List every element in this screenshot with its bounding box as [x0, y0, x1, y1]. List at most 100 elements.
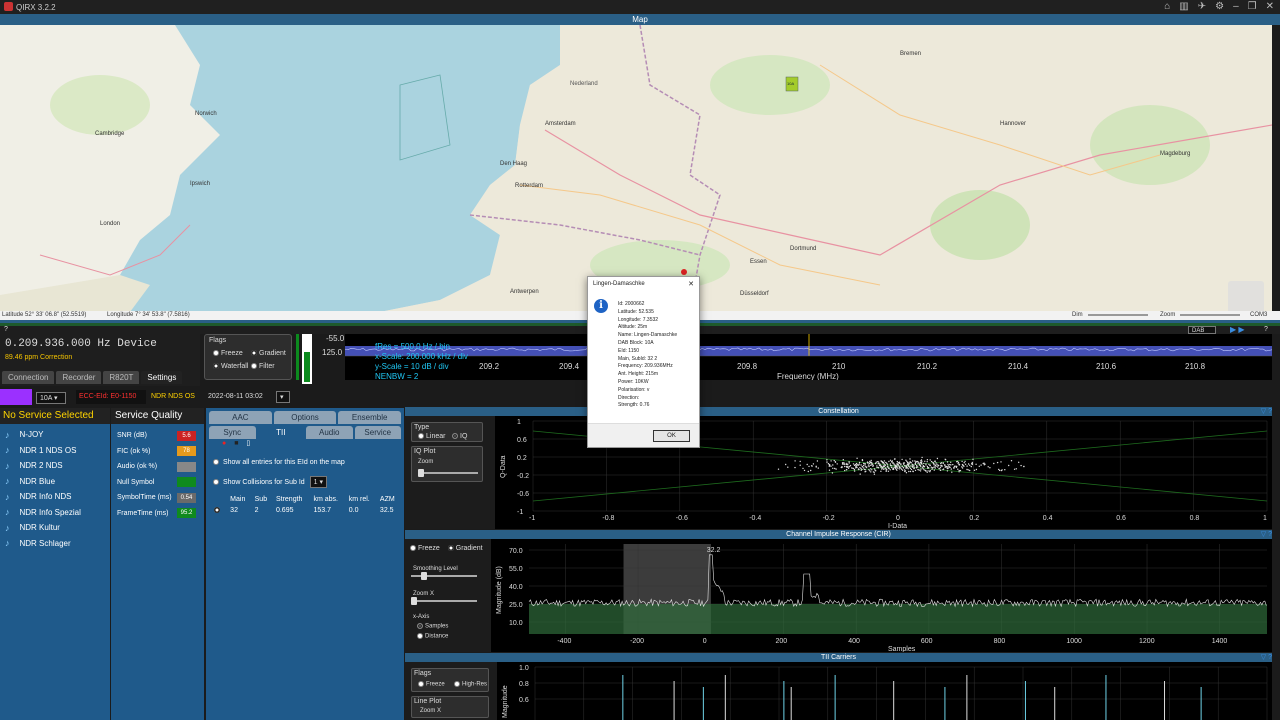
- gradient-checkbox[interactable]: Gradient: [447, 545, 483, 552]
- tab-audio[interactable]: Audio: [306, 426, 353, 439]
- service-item[interactable]: ♪ NDR Schlager: [0, 536, 110, 552]
- tab-tii[interactable]: TII: [257, 426, 304, 439]
- dialog-close-icon[interactable]: ✕: [688, 280, 694, 288]
- tab-settings[interactable]: Settings: [141, 371, 183, 384]
- tii-cell: 0.695: [275, 507, 294, 514]
- map-nav-control[interactable]: [1228, 281, 1264, 312]
- cir-xtick: 0: [703, 638, 707, 645]
- tab-connection[interactable]: Connection: [2, 371, 55, 384]
- tii-carriers-plot[interactable]: 1.0 0.8 0.6 Magnitude: [497, 662, 1272, 720]
- map-icon[interactable]: ▥: [1179, 1, 1188, 12]
- smoothing-slider[interactable]: [411, 572, 477, 580]
- service-item[interactable]: ♪ NDR Info NDS: [0, 489, 110, 505]
- table-row[interactable]: 32 2 0.695 153.7 0.0 32.5: [211, 505, 401, 516]
- home-icon[interactable]: ⌂: [1164, 1, 1170, 12]
- zoom-slider[interactable]: [1180, 314, 1240, 316]
- filter-icon[interactable]: ▽ ?: [1261, 407, 1272, 415]
- quality-value: 0.54: [177, 492, 196, 503]
- tii-column-header[interactable]: AZM: [377, 494, 401, 505]
- service-item[interactable]: ♪ NDR Info Spezial: [0, 505, 110, 521]
- tii-column-header[interactable]: Main: [227, 494, 251, 505]
- cir-xlabel: Samples: [888, 646, 916, 652]
- cir-xtick: -400: [557, 638, 571, 645]
- tab-ensemble[interactable]: Ensemble: [338, 411, 402, 424]
- tab-r820t[interactable]: R820T: [103, 371, 140, 384]
- quality-value: [177, 461, 196, 472]
- tiic-ylabel: Magnitude: [502, 685, 509, 718]
- service-item[interactable]: ♪ NDR Kultur: [0, 520, 110, 536]
- spectrum-info: fRes = 500.0 Hz / bin x-Scale: 200.000 k…: [375, 342, 468, 381]
- constellation-xtick: 0.8: [1190, 515, 1200, 522]
- tiic-highres-radio[interactable]: High-Res: [454, 681, 487, 688]
- filter-icon[interactable]: ▽ ?: [1261, 653, 1272, 661]
- tii-toolbar: ● ■ ▯: [206, 439, 404, 451]
- constellation-xtick: 0.4: [1043, 515, 1053, 522]
- freeze-radio[interactable]: Freeze: [213, 350, 243, 357]
- music-note-icon: ♪: [5, 429, 10, 440]
- waterfall-checkbox[interactable]: Waterfall: [213, 363, 248, 370]
- help-icon-right[interactable]: ?: [1264, 326, 1268, 333]
- cir-plot[interactable]: -400 -200 0 200 400 600 800 1000 1200 1400 70.0 55.…: [491, 539, 1272, 652]
- dim-slider[interactable]: [1088, 314, 1148, 316]
- block-select[interactable]: 10A ▾: [36, 392, 66, 404]
- cir-xtick: 600: [921, 638, 933, 645]
- stop-icon[interactable]: ■: [234, 440, 238, 447]
- help-icon[interactable]: ?: [4, 326, 8, 333]
- satellite-icon[interactable]: ✈: [1198, 1, 1206, 12]
- tii-column-header[interactable]: km rel.: [346, 494, 377, 505]
- freeze-radio[interactable]: Freeze: [410, 545, 440, 552]
- close-icon[interactable]: ✕: [1266, 1, 1274, 12]
- tii-column-header[interactable]: km abs.: [310, 494, 345, 505]
- record-icon[interactable]: ●: [222, 440, 226, 447]
- datetime-dropdown[interactable]: ▾: [276, 391, 290, 403]
- tab-recorder[interactable]: Recorder: [56, 371, 102, 384]
- tab-service[interactable]: Service: [354, 426, 401, 439]
- gear-icon[interactable]: ⚙: [1215, 1, 1224, 12]
- maximize-icon[interactable]: ❐: [1248, 1, 1257, 12]
- collision-select[interactable]: 1 ▾: [309, 476, 327, 488]
- dialog-line: Polarisation: v: [618, 386, 650, 393]
- zoomx-slider[interactable]: [411, 597, 477, 605]
- file-icon[interactable]: ▯: [246, 440, 250, 447]
- samples-radio[interactable]: Samples: [417, 623, 493, 630]
- service-item[interactable]: ♪ N-JOY: [0, 427, 110, 443]
- spectrum-plot[interactable]: 209.2 209.4 209.8 210 210.2 210.4 210.6 …: [344, 334, 1273, 381]
- tii-carriers-title: TII Carriers: [405, 653, 1272, 662]
- tab-sync[interactable]: Sync: [209, 426, 256, 439]
- service-item[interactable]: ♪ NDR Blue: [0, 474, 110, 490]
- mode-select[interactable]: DAB: [1188, 326, 1216, 334]
- map-city: Norwich: [195, 111, 217, 117]
- service-item[interactable]: ♪ NDR 1 NDS OS: [0, 443, 110, 459]
- dialog-footer: OK: [588, 423, 699, 447]
- tab-aac[interactable]: AAC: [209, 411, 272, 424]
- tii-cell: 0.0: [348, 507, 359, 514]
- filter-radio[interactable]: Filter: [251, 363, 275, 370]
- minimize-icon[interactable]: –: [1233, 1, 1239, 12]
- tab-options[interactable]: Options: [273, 411, 337, 424]
- filter-icon[interactable]: ▽ ?: [1261, 530, 1272, 538]
- service-item[interactable]: ♪ NDR 2 NDS: [0, 458, 110, 474]
- quality-value: 95.2: [177, 508, 196, 519]
- cir-peak-label: 32.2: [707, 547, 721, 554]
- map-city: Amsterdam: [545, 121, 576, 127]
- tiic-freeze-radio[interactable]: Freeze: [418, 681, 445, 688]
- zoom-slider[interactable]: [418, 469, 478, 477]
- show-all-toggle[interactable]: Show all entries for this EId on the map: [206, 453, 404, 471]
- play-icon[interactable]: ▶ ▶: [1230, 325, 1245, 334]
- cir-xtick: 800: [994, 638, 1006, 645]
- tii-column-header[interactable]: Strength: [273, 494, 311, 505]
- constellation-title: Constellation: [405, 407, 1272, 416]
- dialog-line: Strength: 0.76: [618, 402, 650, 409]
- iq-radio[interactable]: IQ: [452, 433, 467, 440]
- music-note-icon: ♪: [5, 538, 10, 549]
- show-collisions-toggle[interactable]: Show Collisions for Sub Id 1 ▾: [206, 473, 404, 491]
- dialog-line: Longitude: 7.3532: [618, 316, 659, 323]
- location-pin-icon[interactable]: [681, 269, 687, 275]
- gradient-checkbox[interactable]: Gradient: [251, 350, 286, 357]
- linear-radio[interactable]: Linear: [418, 433, 445, 440]
- map-view[interactable]: Amsterdam Den Haag Rotterdam Antwerpen D…: [0, 25, 1272, 312]
- tii-column-header[interactable]: Sub: [252, 494, 273, 505]
- distance-radio[interactable]: Distance: [417, 632, 493, 639]
- constellation-xtick: -1: [529, 515, 535, 522]
- ok-button[interactable]: OK: [653, 430, 690, 442]
